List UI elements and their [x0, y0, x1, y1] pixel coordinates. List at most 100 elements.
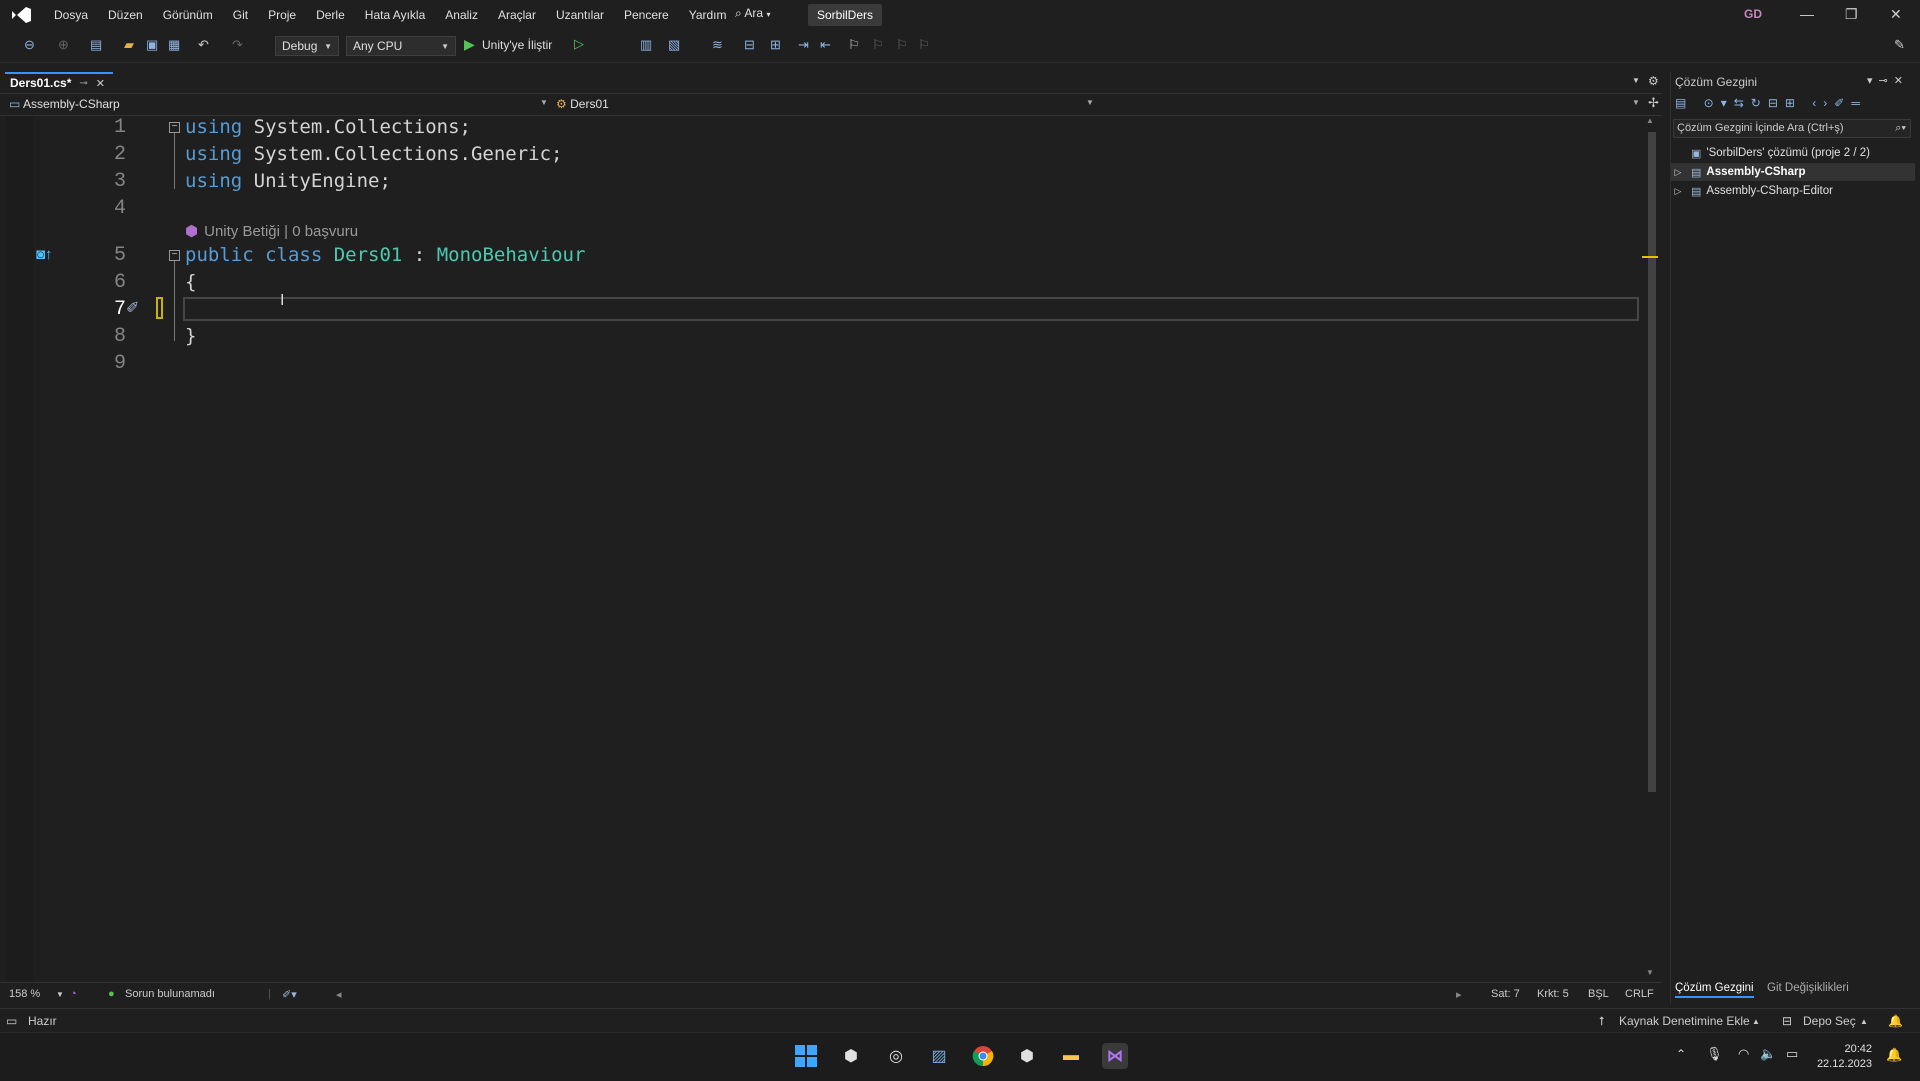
notification-center-icon[interactable]: 🔔: [1886, 1047, 1902, 1063]
notification-icon[interactable]: 🔔: [1888, 1014, 1903, 1028]
menu-proje[interactable]: Proje: [258, 8, 306, 22]
nav-class-dropdown[interactable]: ⚙ Ders01: [556, 97, 609, 111]
undo-icon[interactable]: ↶: [198, 37, 209, 53]
tab-git-changes[interactable]: Git Değişiklikleri: [1767, 982, 1849, 994]
config-select[interactable]: Debug ▼: [275, 36, 339, 56]
start-without-debug-icon[interactable]: ▷: [574, 36, 584, 52]
indent-mode[interactable]: BŞL: [1588, 988, 1609, 1000]
play-icon[interactable]: ▶: [464, 36, 475, 53]
unity-message-icon[interactable]: ◙↑: [36, 246, 53, 263]
panel-controls[interactable]: ▾⊸✕: [1867, 74, 1909, 87]
issues-label[interactable]: Sorun bulunamadı: [125, 988, 215, 1000]
quick-action-icon[interactable]: ✐: [126, 298, 139, 318]
line-ending[interactable]: CRLF: [1625, 988, 1654, 1000]
menu-dosya[interactable]: Dosya: [44, 8, 98, 22]
collapse-icon[interactable]: −: [169, 122, 180, 133]
toolbar-icon-1[interactable]: ▥: [640, 37, 652, 53]
chevron-up-icon[interactable]: ▲: [1860, 1017, 1868, 1026]
restore-icon[interactable]: ❐: [1845, 6, 1858, 23]
chevron-down-icon[interactable]: ▼: [1632, 98, 1640, 107]
menu-uzantilar[interactable]: Uzantılar: [546, 8, 614, 22]
save-icon[interactable]: ▣: [146, 37, 158, 53]
tab-close-icon[interactable]: ✕: [96, 77, 105, 90]
code-line-8[interactable]: }: [185, 325, 196, 347]
close-icon[interactable]: ✕: [1890, 6, 1902, 23]
chrome-icon[interactable]: [970, 1043, 996, 1069]
expand-icon[interactable]: ▷: [1671, 186, 1685, 197]
indent-icon[interactable]: ⇥: [798, 37, 809, 53]
split-editor-icon[interactable]: ✢: [1648, 95, 1659, 111]
pin-icon[interactable]: ⊸: [79, 78, 87, 89]
scroll-up-icon[interactable]: ▲: [1646, 116, 1654, 125]
redo-icon[interactable]: ↷: [232, 37, 243, 53]
scroll-left-icon[interactable]: ◂: [336, 988, 342, 1001]
tab-solution-explorer[interactable]: Çözüm Gezgini: [1675, 982, 1754, 998]
chevron-down-icon[interactable]: ▼: [1086, 98, 1094, 107]
chevron-up-icon[interactable]: ▲: [1752, 1017, 1760, 1026]
unity-hub-icon[interactable]: ⬢: [838, 1043, 864, 1069]
user-avatar[interactable]: GD: [1744, 7, 1762, 21]
bookmark-next-icon[interactable]: ⚐: [896, 37, 908, 53]
photos-icon[interactable]: ▨: [926, 1043, 952, 1069]
menu-derle[interactable]: Derle: [306, 8, 355, 22]
run-button-label[interactable]: Unity'ye İliştir: [482, 38, 552, 52]
open-folder-icon[interactable]: ▰: [124, 37, 134, 53]
bookmark-clear-icon[interactable]: ⚐: [918, 37, 930, 53]
chevron-down-icon[interactable]: ▼: [56, 990, 64, 999]
file-explorer-icon[interactable]: ▬: [1058, 1043, 1084, 1069]
chevron-down-icon[interactable]: ▼: [540, 98, 548, 107]
tab-ders01[interactable]: Ders01.cs* ⊸ ✕: [5, 72, 113, 92]
visual-studio-taskbar-icon[interactable]: ⋈: [1102, 1043, 1128, 1069]
back-icon[interactable]: ⊖: [24, 37, 35, 53]
menu-pencere[interactable]: Pencere: [614, 8, 679, 22]
output-icon[interactable]: ▭: [6, 1014, 17, 1028]
chevron-up-icon[interactable]: ⌃: [1676, 1047, 1686, 1061]
code-line-3[interactable]: using UnityEngine;: [185, 170, 391, 192]
minimize-icon[interactable]: —: [1800, 6, 1814, 22]
menu-hata-ayikla[interactable]: Hata Ayıkla: [355, 8, 435, 22]
line-position[interactable]: Sat: 7: [1491, 988, 1520, 1000]
toolbar-icon-5[interactable]: ⊞: [770, 37, 781, 53]
vertical-scrollbar[interactable]: ▲ ▼: [1640, 116, 1660, 982]
code-editor[interactable]: ◙↑ ✐ 1 2 3 4 5 6 7 8 9 − − using System.…: [0, 116, 1662, 982]
code-line-1[interactable]: using System.Collections;: [185, 116, 471, 138]
code-cleanup-icon[interactable]: ✐▾: [282, 988, 297, 1001]
menu-gorunum[interactable]: Görünüm: [153, 8, 223, 22]
code-line-6[interactable]: {: [185, 271, 196, 293]
wifi-icon[interactable]: ◠: [1738, 1046, 1749, 1062]
project-name-badge[interactable]: SorbilDers: [808, 4, 883, 26]
scroll-down-icon[interactable]: ▼: [1646, 968, 1654, 977]
tree-project-assembly-csharp[interactable]: ▷ ▤ Assembly-CSharp: [1671, 163, 1915, 181]
save-all-icon[interactable]: ▦: [168, 37, 180, 53]
code-lens[interactable]: ⬢ Unity Betiği | 0 başvuru: [185, 222, 358, 240]
system-clock[interactable]: 20:42 22.12.2023: [1817, 1042, 1872, 1072]
gear-icon[interactable]: ⚙: [1648, 74, 1659, 88]
tab-list-icon[interactable]: ▼: [1632, 76, 1640, 85]
source-control-button[interactable]: Kaynak Denetimine Ekle: [1619, 1014, 1750, 1028]
repo-button[interactable]: Depo Seç: [1803, 1014, 1856, 1028]
microphone-icon[interactable]: 🎙: [1706, 1046, 1723, 1062]
scrollbar-thumb[interactable]: [1648, 132, 1656, 792]
unity-editor-icon[interactable]: ⬢: [1014, 1043, 1040, 1069]
menu-git[interactable]: Git: [223, 8, 258, 22]
solution-toolbar[interactable]: ▤ ⊙▾⇆↻⊟⊞ ‹›✐═: [1675, 96, 1911, 116]
solution-search-input[interactable]: Çözüm Gezgini İçinde Ara (Ctrl+ş) ⌕▾: [1673, 119, 1911, 138]
search-icon[interactable]: ⌕▾: [1895, 120, 1906, 137]
windows-start-icon[interactable]: [793, 1043, 819, 1069]
copilot-icon[interactable]: ◔: [70, 988, 77, 1000]
toolbar-icon-4[interactable]: ⊟: [744, 37, 755, 53]
zoom-level[interactable]: 158 %: [9, 988, 40, 1000]
tree-project-assembly-csharp-editor[interactable]: ▷ ▤ Assembly-CSharp-Editor: [1671, 182, 1915, 200]
scroll-right-icon[interactable]: ▸: [1456, 988, 1462, 1001]
code-line-5[interactable]: public class Ders01 : MonoBehaviour: [185, 244, 585, 266]
bookmark-prev-icon[interactable]: ⚐: [872, 37, 884, 53]
code-line-2[interactable]: using System.Collections.Generic;: [185, 143, 563, 165]
menu-analiz[interactable]: Analiz: [435, 8, 488, 22]
menu-duzen[interactable]: Düzen: [98, 8, 153, 22]
tree-solution-root[interactable]: ▣ 'SorbilDers' çözümü (proje 2 / 2): [1671, 144, 1915, 162]
toolbar-icon-3[interactable]: ≋: [712, 37, 723, 53]
forward-icon[interactable]: ⊕: [58, 37, 69, 53]
bookmark-icon[interactable]: ⚐: [848, 37, 860, 53]
toolbar-icon-2[interactable]: ▧: [668, 37, 680, 53]
menu-araclar[interactable]: Araçlar: [488, 8, 546, 22]
